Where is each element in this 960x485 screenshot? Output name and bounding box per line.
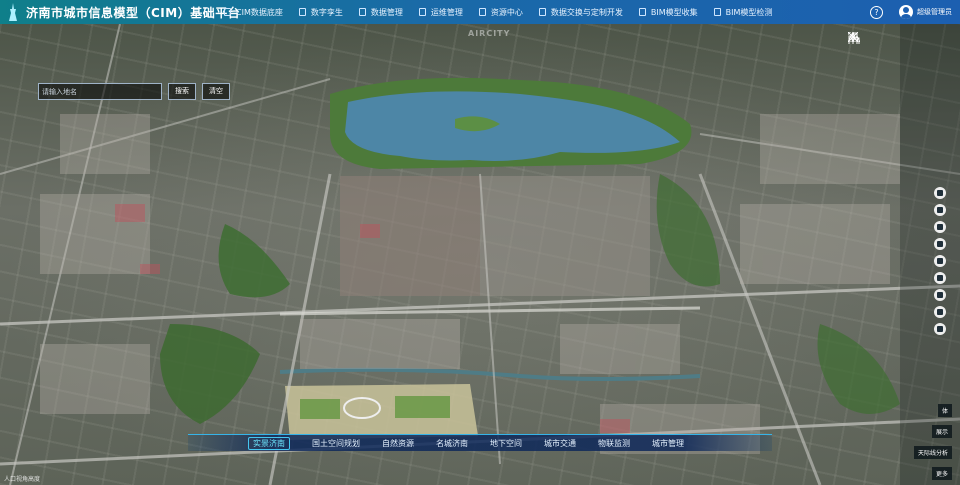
layers-icon[interactable] <box>934 187 946 199</box>
nav-label: BIM模型检测 <box>725 7 773 17</box>
tab-historic-city[interactable]: 名城济南 <box>436 438 468 449</box>
place-search-input[interactable] <box>38 83 162 100</box>
main-nav: CIM数据底座 数字孪生 数据管理 运维管理 资源中心 数据交换与定制开发 BI… <box>224 0 788 24</box>
nav-item-data-exchange[interactable]: 数据交换与定制开发 <box>538 7 623 18</box>
nav-item-data-management[interactable]: 数据管理 <box>358 7 403 18</box>
side-label-display[interactable]: 展示 <box>931 425 952 438</box>
video-icon[interactable] <box>934 221 946 233</box>
nav-label: BIM模型收集 <box>650 7 698 17</box>
nav-item-digital-twin[interactable]: 数字孪生 <box>298 7 343 18</box>
nav-item-ops-management[interactable]: 运维管理 <box>418 7 463 18</box>
nav-item-cim-data[interactable]: CIM数据底座 <box>224 7 283 18</box>
doc-icon <box>418 8 426 16</box>
hand-icon[interactable] <box>934 204 946 216</box>
terrain-icon[interactable] <box>848 32 892 46</box>
grid-icon[interactable] <box>934 289 946 301</box>
bottom-theme-bar: 实景济南 国土空间规划 自然资源 名城济南 地下空间 城市交通 物联监测 城市管… <box>188 434 772 451</box>
header-user-area: ? 超级管理员 <box>870 0 952 24</box>
tab-iot-monitoring[interactable]: 物联监测 <box>598 438 630 449</box>
buildings-icon[interactable] <box>848 32 914 46</box>
doc-icon <box>358 8 366 16</box>
search-bar: 搜索 清空 <box>38 83 230 100</box>
nav-item-resource-center[interactable]: 资源中心 <box>478 7 523 18</box>
search-button[interactable]: 搜索 <box>168 83 196 100</box>
tab-urban-traffic[interactable]: 城市交通 <box>544 438 576 449</box>
close-tool-icon[interactable] <box>934 272 946 284</box>
doc-icon <box>224 8 231 16</box>
clear-button[interactable]: 清空 <box>202 83 230 100</box>
fullscreen-icon[interactable] <box>848 32 936 46</box>
monitor-icon[interactable] <box>934 255 946 267</box>
nav-label: 数据交换与定制开发 <box>550 7 623 17</box>
doc-icon <box>638 8 646 16</box>
doc-icon <box>298 8 306 16</box>
doc-icon <box>538 8 546 16</box>
nav-label: 数字孪生 <box>310 7 343 17</box>
app-title: 济南市城市信息模型（CIM）基础平台 <box>26 5 241 20</box>
top-header: 济南市城市信息模型（CIM）基础平台 CIM数据底座 数字孪生 数据管理 运维管… <box>0 0 960 24</box>
city-3d-map[interactable]: AIRCITY 搜索 清空 体 展示 天际线分析 更多 人口视角高度 <box>0 24 960 485</box>
tab-underground-space[interactable]: 地下空间 <box>490 438 522 449</box>
side-label-body[interactable]: 体 <box>937 404 952 417</box>
tab-real-jinan[interactable]: 实景济南 <box>248 436 290 450</box>
tab-city-management[interactable]: 城市管理 <box>652 438 684 449</box>
avatar[interactable] <box>899 5 913 19</box>
help-icon[interactable] <box>934 323 946 335</box>
nav-item-bim-check[interactable]: BIM模型检测 <box>713 7 773 18</box>
right-tool-strip <box>934 187 946 340</box>
nav-label: 资源中心 <box>490 7 523 17</box>
map-toolbar <box>848 32 936 46</box>
settings-icon[interactable] <box>934 306 946 318</box>
tab-natural-resources[interactable]: 自然资源 <box>382 438 414 449</box>
tower-logo-icon <box>6 3 20 21</box>
nav-label: 运维管理 <box>430 7 463 17</box>
map-watermark: AIRCITY <box>468 29 511 38</box>
nav-item-bim-collect[interactable]: BIM模型收集 <box>638 7 698 18</box>
username[interactable]: 超级管理员 <box>917 7 952 17</box>
help-icon[interactable]: ? <box>870 5 883 19</box>
nav-label: 数据管理 <box>370 7 403 17</box>
measure-icon[interactable] <box>934 238 946 250</box>
view-height-readout: 人口视角高度 <box>4 476 41 483</box>
tab-land-planning[interactable]: 国土空间规划 <box>312 438 360 449</box>
side-label-more[interactable]: 更多 <box>931 467 952 480</box>
nav-label: CIM数据底座 <box>236 7 283 17</box>
doc-icon <box>478 8 486 16</box>
side-label-skyline[interactable]: 天际线分析 <box>913 446 952 459</box>
doc-icon <box>713 8 721 16</box>
